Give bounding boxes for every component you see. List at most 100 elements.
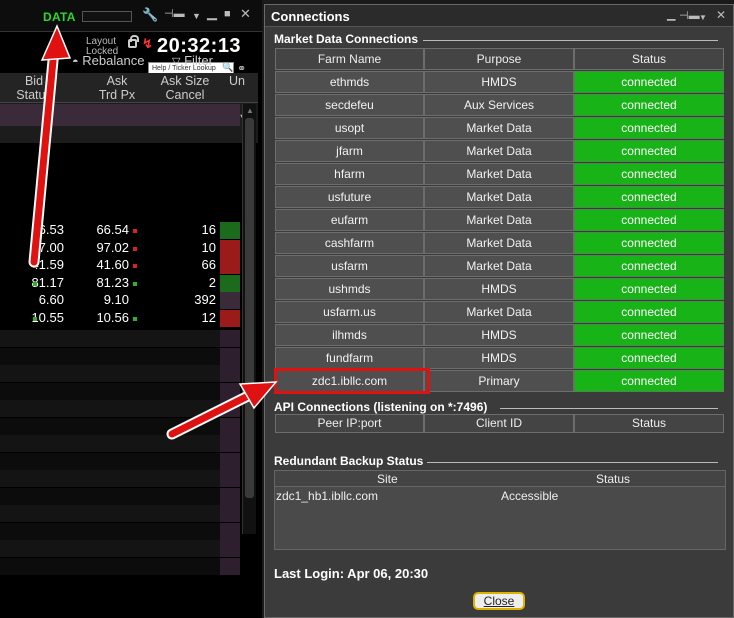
api-table-header[interactable]: Peer IP:port (275, 414, 424, 433)
empty-row (0, 365, 240, 382)
farm-name-cell[interactable]: eufarm (275, 209, 424, 231)
farm-purpose-cell: Market Data (424, 209, 574, 231)
farm-purpose-cell: Market Data (424, 140, 574, 162)
quote-column-header[interactable]: Ask Size Cancel (154, 74, 216, 102)
quote-row[interactable]: 41.59 41.60 66 (0, 257, 240, 274)
backup-site-header: Site (377, 472, 398, 486)
column-header-top: Un (229, 74, 245, 88)
column-header-top: Bid (24, 74, 44, 88)
table-header[interactable]: Farm Name (275, 48, 424, 70)
farm-name-cell[interactable]: hfarm (275, 163, 424, 185)
farm-name-cell[interactable]: usopt (275, 117, 424, 139)
scroll-up-icon[interactable]: ▲ (246, 106, 254, 115)
farm-purpose-cell: Primary (424, 370, 574, 392)
farm-purpose-cell: Market Data (424, 163, 574, 185)
farm-name-cell[interactable]: ethmds (275, 71, 424, 93)
empty-row (0, 452, 240, 470)
farm-name-cell[interactable]: usfarm.us (275, 301, 424, 323)
farm-status-cell: connected (574, 71, 724, 93)
data-status-chip (82, 11, 132, 22)
status-flag (220, 274, 240, 292)
ask-cell: 10.56 (96, 309, 129, 325)
chevron-down-icon[interactable]: ▼ (699, 11, 707, 24)
table-header[interactable]: Purpose (424, 48, 574, 70)
tick-indicator-icon (133, 281, 137, 286)
empty-row (0, 435, 240, 452)
pin-icon[interactable]: ⊣▬ (679, 10, 700, 23)
empty-row (0, 540, 240, 557)
table-header[interactable]: Status (574, 48, 724, 70)
farm-name-cell[interactable]: cashfarm (275, 232, 424, 254)
minimize-icon[interactable]: ▁ (667, 9, 675, 22)
status-flag (220, 347, 240, 365)
rebalance-button[interactable]: ◓ Rebalance (72, 53, 144, 68)
farm-purpose-cell: Market Data (424, 117, 574, 139)
empty-row (0, 400, 240, 417)
quote-column-header[interactable]: Un (222, 74, 252, 88)
status-flag (220, 470, 240, 487)
farm-status-cell: connected (574, 255, 724, 277)
status-flag (220, 487, 240, 505)
tick-indicator-icon (133, 299, 137, 303)
farm-status-cell: connected (574, 232, 724, 254)
farm-name-cell[interactable]: ushmds (275, 278, 424, 300)
ask-size-cell: 16 (201, 222, 216, 237)
quote-row[interactable]: 81.17 81.23 2 (0, 274, 240, 292)
farm-status-cell: connected (574, 140, 724, 162)
maximize-icon[interactable]: ■ (224, 8, 231, 21)
farm-purpose-cell: Market Data (424, 301, 574, 323)
annotation-highlight-box (274, 368, 430, 394)
close-icon[interactable]: ✕ (240, 7, 251, 20)
ask-size-cell: 12 (201, 309, 216, 325)
quote-column-header[interactable]: Ask Trd Px (86, 74, 148, 102)
farm-name-cell[interactable]: usfuture (275, 186, 424, 208)
status-flag (220, 309, 240, 327)
status-flag (220, 400, 240, 417)
farm-status-cell: connected (574, 370, 724, 392)
last-login-label: Last Login: Apr 06, 20:30 (274, 566, 429, 581)
quote-row[interactable]: 6.60 9.10 392 (0, 292, 240, 309)
backup-status-table: Site Status zdc1_hb1.ibllc.com Accessibl… (274, 470, 726, 550)
quote-scrollbar[interactable]: ▲ (242, 104, 256, 534)
farm-name-cell[interactable]: fundfarm (275, 347, 424, 369)
trading-window: DATA 🔧 ⊣▬ ▼ ▁ ■ ✕ Layout Locked ↯ 20:32:… (0, 0, 262, 618)
chevron-down-icon[interactable]: ▼ (192, 10, 201, 23)
wrench-icon[interactable]: 🔧 (142, 8, 158, 21)
empty-row (0, 522, 240, 540)
close-icon[interactable]: ✕ (716, 9, 726, 22)
filter-button[interactable]: ▽ Filter (172, 53, 213, 68)
farm-status-cell: connected (574, 186, 724, 208)
api-table-header[interactable]: Status (574, 414, 724, 433)
close-button[interactable]: Close (473, 592, 525, 610)
scroll-thumb[interactable] (245, 118, 254, 498)
column-header-bottom: Trd Px (98, 88, 136, 102)
status-flag (220, 382, 240, 400)
farm-name-cell[interactable]: ilhmds (275, 324, 424, 346)
quote-row[interactable]: 66.53 66.54 16 (0, 222, 240, 239)
quote-row[interactable]: 10.55 10.56 12 (0, 309, 240, 327)
quote-row[interactable]: 97.00 97.02 10 (0, 239, 240, 257)
tick-indicator-icon (133, 229, 137, 233)
backup-status-cell: Accessible (501, 489, 559, 503)
ask-size-cell: 66 (201, 257, 216, 272)
farm-purpose-cell: Market Data (424, 186, 574, 208)
status-flag (220, 239, 240, 257)
section-divider (423, 40, 718, 41)
empty-row (0, 487, 240, 505)
farm-name-cell[interactable]: jfarm (275, 140, 424, 162)
data-status-label[interactable]: DATA (43, 10, 76, 24)
status-flag (220, 452, 240, 470)
farm-name-cell[interactable]: secdefeu (275, 94, 424, 116)
status-flag (220, 522, 240, 540)
column-header-top: Ask Size (160, 74, 210, 88)
ask-cell: 66.54 (96, 222, 129, 237)
minimize-icon[interactable]: ▁ (207, 6, 217, 19)
empty-row (0, 330, 240, 347)
pin-icon[interactable]: ⊣▬ (164, 8, 185, 21)
search-icon[interactable]: 🔍 (222, 62, 233, 73)
quote-column-header[interactable]: Bid Status (4, 74, 64, 102)
api-table-header[interactable]: Client ID (424, 414, 574, 433)
farm-status-cell: connected (574, 163, 724, 185)
farm-name-cell[interactable]: usfarm (275, 255, 424, 277)
lock-icon[interactable] (128, 35, 139, 48)
